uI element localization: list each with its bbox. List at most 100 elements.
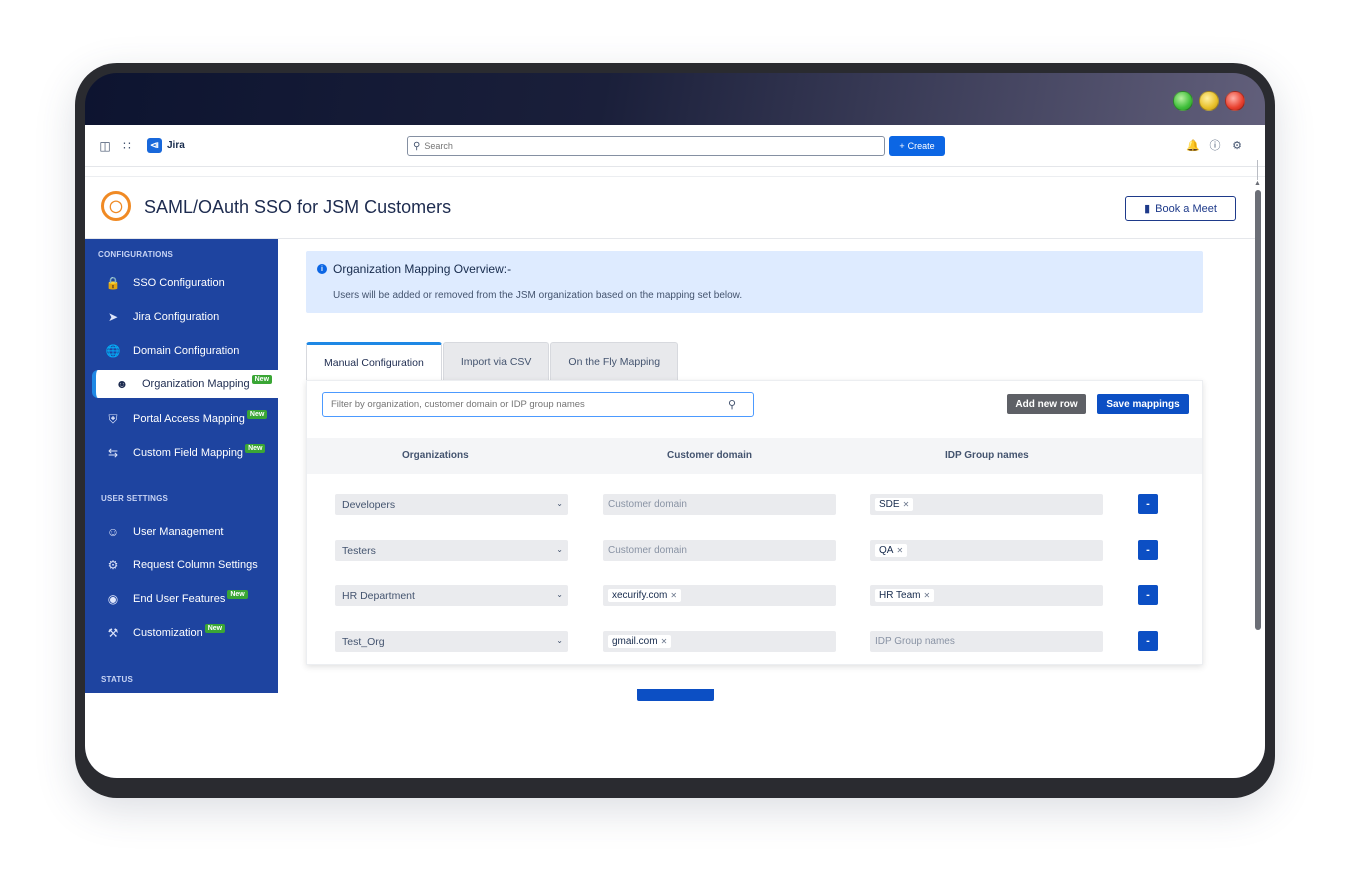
table-row: HR Department ⌄ xecurify.com ✕ HR Team ✕… [307, 585, 1202, 607]
search-input[interactable] [424, 141, 865, 151]
chevron-down-icon: ⌄ [556, 499, 563, 508]
domain-chip: xecurify.com ✕ [608, 589, 682, 602]
idp-group-field[interactable]: SDE ✕ [870, 494, 1103, 515]
chip-label: xecurify.com [612, 590, 668, 601]
remove-chip-icon[interactable]: ✕ [903, 500, 910, 509]
scrollbar-thumb[interactable] [1255, 190, 1261, 630]
organization-select[interactable]: Test_Org ⌄ [335, 631, 568, 652]
save-mappings-button[interactable]: Save mappings [1097, 394, 1189, 414]
topbar-divider [85, 167, 1265, 177]
idp-group-field[interactable]: HR Team ✕ [870, 585, 1103, 606]
palette-icon: ◉ [107, 592, 119, 606]
jira-icon: ➤ [107, 310, 119, 324]
create-label: Create [907, 141, 935, 151]
search-box[interactable]: ⚲ [407, 136, 885, 156]
sidebar-item-label: End User Features [133, 593, 226, 605]
screen: ◫ ∷ ⧏ Jira ⚲ + Create 🔔 ⓘ ⚙ [85, 73, 1265, 778]
notifications-icon[interactable]: 🔔 [1186, 138, 1200, 152]
sidebar-item-domain-configuration[interactable]: 🌐 Domain Configuration [85, 337, 278, 365]
add-new-row-button[interactable]: Add new row [1007, 394, 1086, 414]
tools-icon: ⚒ [107, 626, 119, 640]
customer-domain-field[interactable]: Customer domain [603, 494, 836, 515]
search-icon[interactable]: ⚲ [728, 398, 736, 411]
sidebar-item-portal-access-mapping[interactable]: ⛨ Portal Access Mapping New [85, 405, 278, 433]
table-row: Test_Org ⌄ gmail.com ✕ IDP Group names - [307, 631, 1202, 653]
filter-input[interactable] [331, 399, 726, 410]
sidebar-item-user-management[interactable]: ☺ User Management [85, 518, 278, 546]
minimize-button[interactable] [1199, 91, 1219, 111]
create-button[interactable]: + Create [889, 136, 945, 156]
group-placeholder: IDP Group names [875, 636, 955, 647]
idp-group-field[interactable]: IDP Group names [870, 631, 1103, 652]
customer-domain-field[interactable]: gmail.com ✕ [603, 631, 836, 652]
table-row: Developers ⌄ Customer domain SDE ✕ - [307, 494, 1202, 516]
gear-icon: ⚙ [107, 558, 119, 572]
sidebar-item-label: Organization Mapping [142, 378, 250, 390]
app-name[interactable]: Jira [167, 140, 185, 151]
remove-row-button[interactable]: - [1138, 585, 1158, 605]
customer-domain-field[interactable]: Customer domain [603, 540, 836, 561]
remove-row-button[interactable]: - [1138, 540, 1158, 560]
remove-chip-icon[interactable]: ✕ [924, 591, 931, 600]
book-meet-button[interactable]: ▮ Book a Meet [1125, 196, 1236, 221]
sidebar-toggle-icon[interactable]: ◫ [97, 138, 113, 154]
plugin-sidebar: CONFIGURATIONS 🔒 SSO Configuration ➤ Jir… [85, 239, 278, 693]
maximize-button[interactable] [1173, 91, 1193, 111]
remove-row-button[interactable]: - [1138, 631, 1158, 651]
lock-icon: 🔒 [105, 276, 121, 290]
domain-chip: gmail.com ✕ [608, 635, 672, 648]
organization-select[interactable]: Developers ⌄ [335, 494, 568, 515]
remove-chip-icon[interactable]: ✕ [661, 637, 668, 646]
topbar-actions: 🔔 ⓘ ⚙ [1186, 138, 1243, 153]
jira-topbar: ◫ ∷ ⧏ Jira ⚲ + Create 🔔 ⓘ ⚙ [85, 125, 1265, 167]
chip-label: SDE [879, 499, 900, 510]
jira-logo-icon[interactable]: ⧏ [147, 138, 162, 153]
table-row: Testers ⌄ Customer domain QA ✕ - [307, 540, 1202, 562]
hidden-button-edge[interactable] [637, 689, 714, 701]
remove-row-button[interactable]: - [1138, 494, 1158, 514]
organization-value: Developers [342, 498, 396, 511]
app-window: ◫ ∷ ⧏ Jira ⚲ + Create 🔔 ⓘ ⚙ [85, 125, 1265, 778]
sidebar-item-organization-mapping[interactable]: ☻ Organization Mapping New [92, 370, 278, 398]
mapping-tabs: Manual Configuration Import via CSV On t… [306, 342, 679, 380]
close-button[interactable] [1225, 91, 1245, 111]
customer-domain-field[interactable]: xecurify.com ✕ [603, 585, 836, 606]
book-meet-label: Book a Meet [1155, 202, 1217, 215]
scrollbar-divider [1257, 160, 1258, 180]
shield-icon: ⛨ [108, 411, 118, 426]
sidebar-item-customization[interactable]: ⚒ Customization New [85, 619, 278, 647]
sidebar-item-sso-configuration[interactable]: 🔒 SSO Configuration [85, 269, 278, 297]
idp-group-field[interactable]: QA ✕ [870, 540, 1103, 561]
mapping-panel: ⚲ Add new row Save mappings Organization… [306, 380, 1203, 665]
user-icon: ☺ [106, 525, 120, 539]
sidebar-item-end-user-features[interactable]: ◉ End User Features New [85, 585, 278, 613]
globe-icon: 🌐 [105, 344, 121, 358]
settings-gear-icon[interactable]: ⚙ [1231, 138, 1243, 152]
chip-label: gmail.com [612, 636, 658, 647]
organization-select[interactable]: Testers ⌄ [335, 540, 568, 561]
group-chip: SDE ✕ [875, 498, 914, 511]
sidebar-item-request-column-settings[interactable]: ⚙ Request Column Settings [85, 551, 278, 579]
organization-select[interactable]: HR Department ⌄ [335, 585, 568, 606]
app-switcher-icon[interactable]: ∷ [119, 138, 135, 154]
plugin-header: ◯ SAML/OAuth SSO for JSM Customers ▮ Boo… [85, 177, 1255, 239]
sidebar-item-label: Request Column Settings [133, 559, 258, 571]
group-chip: HR Team ✕ [875, 589, 935, 602]
help-icon[interactable]: ⓘ [1209, 138, 1221, 152]
remove-chip-icon[interactable]: ✕ [670, 591, 677, 600]
mapping-overview-banner: i Organization Mapping Overview:- Users … [306, 251, 1203, 313]
remove-chip-icon[interactable]: ✕ [896, 546, 903, 555]
scrollbar[interactable]: ▲ [1254, 160, 1261, 650]
scroll-up-icon[interactable]: ▲ [1254, 180, 1261, 187]
tab-on-the-fly-mapping[interactable]: On the Fly Mapping [550, 342, 679, 380]
filter-box[interactable]: ⚲ [322, 392, 754, 417]
chip-label: HR Team [879, 590, 921, 601]
sidebar-item-custom-field-mapping[interactable]: ⇆ Custom Field Mapping New [85, 439, 278, 467]
group-chip: QA ✕ [875, 544, 908, 557]
sidebar-item-jira-configuration[interactable]: ➤ Jira Configuration [85, 303, 278, 331]
overview-text: Users will be added or removed from the … [333, 290, 743, 301]
info-icon: i [317, 264, 327, 274]
tab-import-via-csv[interactable]: Import via CSV [442, 342, 550, 380]
main-content: i Organization Mapping Overview:- Users … [278, 239, 1255, 778]
tab-manual-configuration[interactable]: Manual Configuration [306, 342, 442, 380]
